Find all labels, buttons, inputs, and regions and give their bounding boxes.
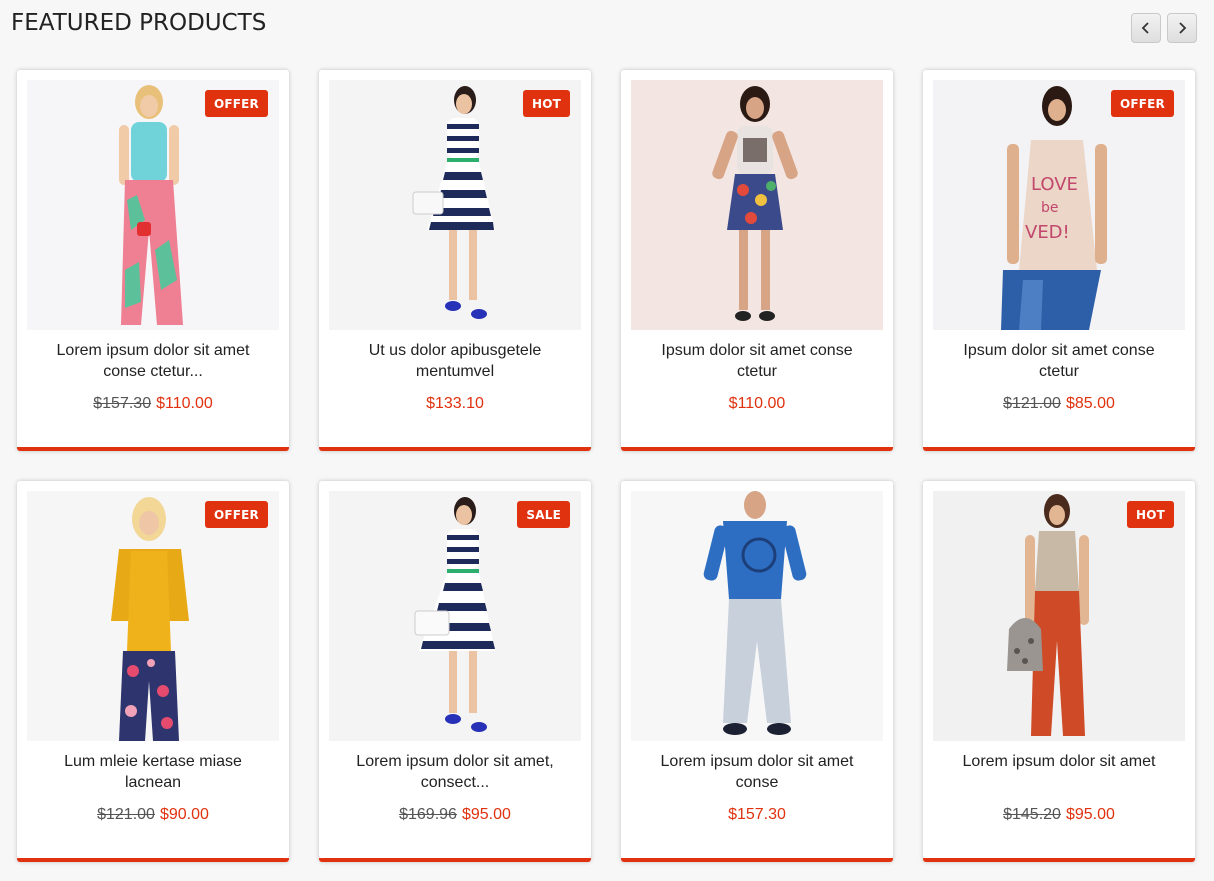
- old-price: $169.96: [399, 806, 457, 823]
- old-price: $145.20: [1003, 806, 1061, 823]
- product-image[interactable]: LOVE be VED!: [933, 80, 1185, 330]
- current-price: $95.00: [1065, 806, 1115, 823]
- current-price: $110.00: [728, 395, 786, 412]
- product-name[interactable]: Lorem ipsum dolor sit amet conse ctetur.…: [37, 340, 269, 382]
- old-price: $157.30: [93, 395, 152, 412]
- product-price: $157.30: [621, 806, 893, 824]
- svg-text:be: be: [1041, 200, 1059, 216]
- offer-badge: OFFER: [204, 501, 268, 528]
- product-name[interactable]: Lorem ipsum dolor sit amet conse: [641, 751, 873, 793]
- hot-badge: HOT: [522, 90, 570, 117]
- product-name[interactable]: Lorem ipsum dolor sit amet: [943, 751, 1175, 772]
- sale-badge: SALE: [517, 501, 570, 528]
- chevron-left-icon: [1141, 22, 1149, 34]
- product-card[interactable]: LOVE be VED! OFFER Ipsum dolor sit amet …: [923, 70, 1195, 451]
- product-image[interactable]: [631, 491, 883, 741]
- product-image[interactable]: [329, 491, 581, 741]
- product-card[interactable]: Ipsum dolor sit amet conse ctetur $110.0…: [621, 70, 893, 451]
- prev-button[interactable]: [1131, 13, 1161, 43]
- offer-badge: OFFER: [1110, 90, 1174, 117]
- product-image[interactable]: [631, 80, 883, 330]
- hot-badge: HOT: [1126, 501, 1174, 528]
- old-price: $121.00: [1003, 395, 1061, 412]
- product-card[interactable]: OFFER Lum mleie kertase miase lacnean $1…: [17, 481, 289, 862]
- product-card[interactable]: OFFER Lorem ipsum dolor sit amet conse c…: [17, 70, 289, 451]
- next-button[interactable]: [1167, 13, 1197, 43]
- product-price: $121.00 $85.00: [923, 395, 1195, 413]
- product-image[interactable]: [329, 80, 581, 330]
- chevron-right-icon: [1179, 22, 1187, 34]
- product-price: $157.30 $110.00: [17, 395, 289, 413]
- current-price: $157.30: [728, 806, 786, 823]
- product-price: $145.20 $95.00: [923, 806, 1195, 824]
- product-price: $121.00 $90.00: [17, 806, 289, 824]
- product-card[interactable]: HOT Ut us dolor apibusgetele mentumvel $…: [319, 70, 591, 451]
- svg-text:VED!: VED!: [1025, 222, 1070, 243]
- product-card[interactable]: HOT Lorem ipsum dolor sit amet $145.20 $9…: [923, 481, 1195, 862]
- product-card[interactable]: Lorem ipsum dolor sit amet conse $157.30: [621, 481, 893, 862]
- product-price: $133.10: [319, 395, 591, 413]
- svg-text:LOVE: LOVE: [1031, 174, 1078, 195]
- product-card[interactable]: SALE Lorem ipsum dolor sit amet, consect…: [319, 481, 591, 862]
- carousel-nav: [1131, 13, 1197, 43]
- product-name[interactable]: Ipsum dolor sit amet conse ctetur: [641, 340, 873, 382]
- product-image[interactable]: [27, 80, 279, 330]
- current-price: $90.00: [159, 806, 209, 823]
- current-price: $85.00: [1065, 395, 1115, 412]
- product-image[interactable]: [27, 491, 279, 741]
- product-name[interactable]: Lum mleie kertase miase lacnean: [37, 751, 269, 793]
- current-price: $133.10: [426, 395, 484, 412]
- current-price: $110.00: [156, 395, 213, 412]
- product-image[interactable]: [933, 491, 1185, 741]
- old-price: $121.00: [97, 806, 155, 823]
- offer-badge: OFFER: [204, 90, 268, 117]
- section-title: FEATURED PRODUCTS: [11, 10, 267, 36]
- current-price: $95.00: [461, 806, 511, 823]
- product-name[interactable]: Ipsum dolor sit amet conse ctetur: [943, 340, 1175, 382]
- product-name[interactable]: Lorem ipsum dolor sit amet, consect...: [339, 751, 571, 793]
- product-price: $169.96 $95.00: [319, 806, 591, 824]
- product-name[interactable]: Ut us dolor apibusgetele mentumvel: [339, 340, 571, 382]
- product-price: $110.00: [621, 395, 893, 413]
